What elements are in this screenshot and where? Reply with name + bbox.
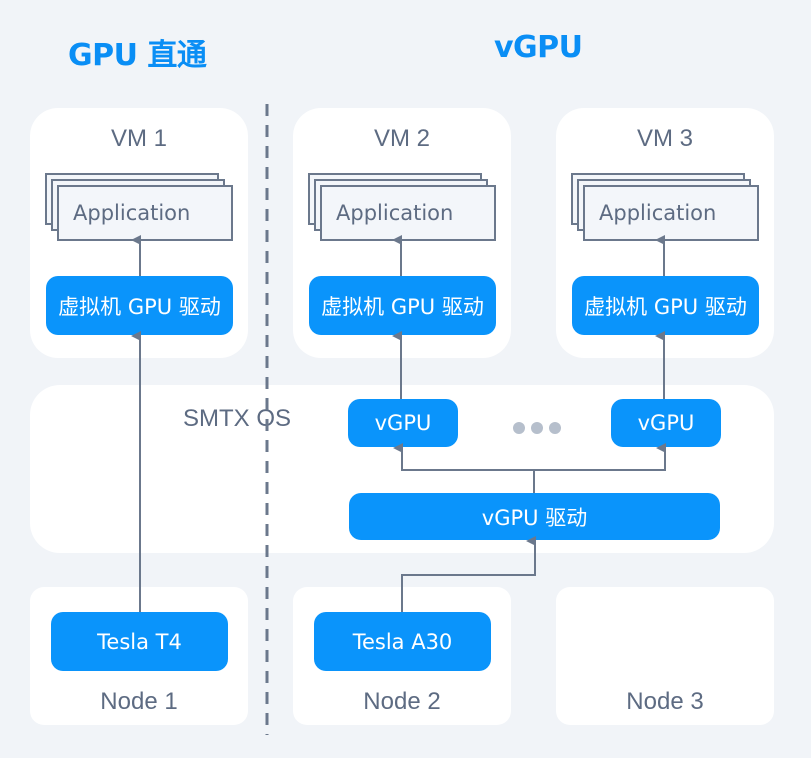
node-name-1: Node 1 [100,688,178,715]
vm-name-3: VM 3 [636,125,693,152]
node-name-3: Node 3 [626,688,704,715]
vgpu-driver: vGPU 驱动 [349,493,720,540]
gpu-tesla-t4: Tesla T4 [51,612,228,671]
application-label: Application [320,185,496,241]
vm-gpu-driver-3: 虚拟机 GPU 驱动 [572,276,759,335]
vgpu-instance-1: vGPU [348,399,458,447]
gpu-tesla-a30: Tesla A30 [314,612,491,671]
more-ellipsis-icon [513,422,561,434]
vm-name-2: VM 2 [373,125,430,152]
vm-gpu-driver-1: 虚拟机 GPU 驱动 [46,276,233,335]
vgpu-instance-2: vGPU [611,399,721,447]
smtx-os-label: SMTX OS [183,405,292,432]
application-label: Application [57,185,233,241]
vm-gpu-driver-2: 虚拟机 GPU 驱动 [309,276,496,335]
application-stack-1: Application [45,173,235,241]
application-label: Application [583,185,759,241]
title-gpu-passthrough: GPU 直通 [68,38,207,73]
application-stack-2: Application [308,173,498,241]
title-vgpu: vGPU [494,30,583,65]
node-name-2: Node 2 [363,688,441,715]
application-stack-3: Application [571,173,761,241]
vm-name-1: VM 1 [110,125,167,152]
